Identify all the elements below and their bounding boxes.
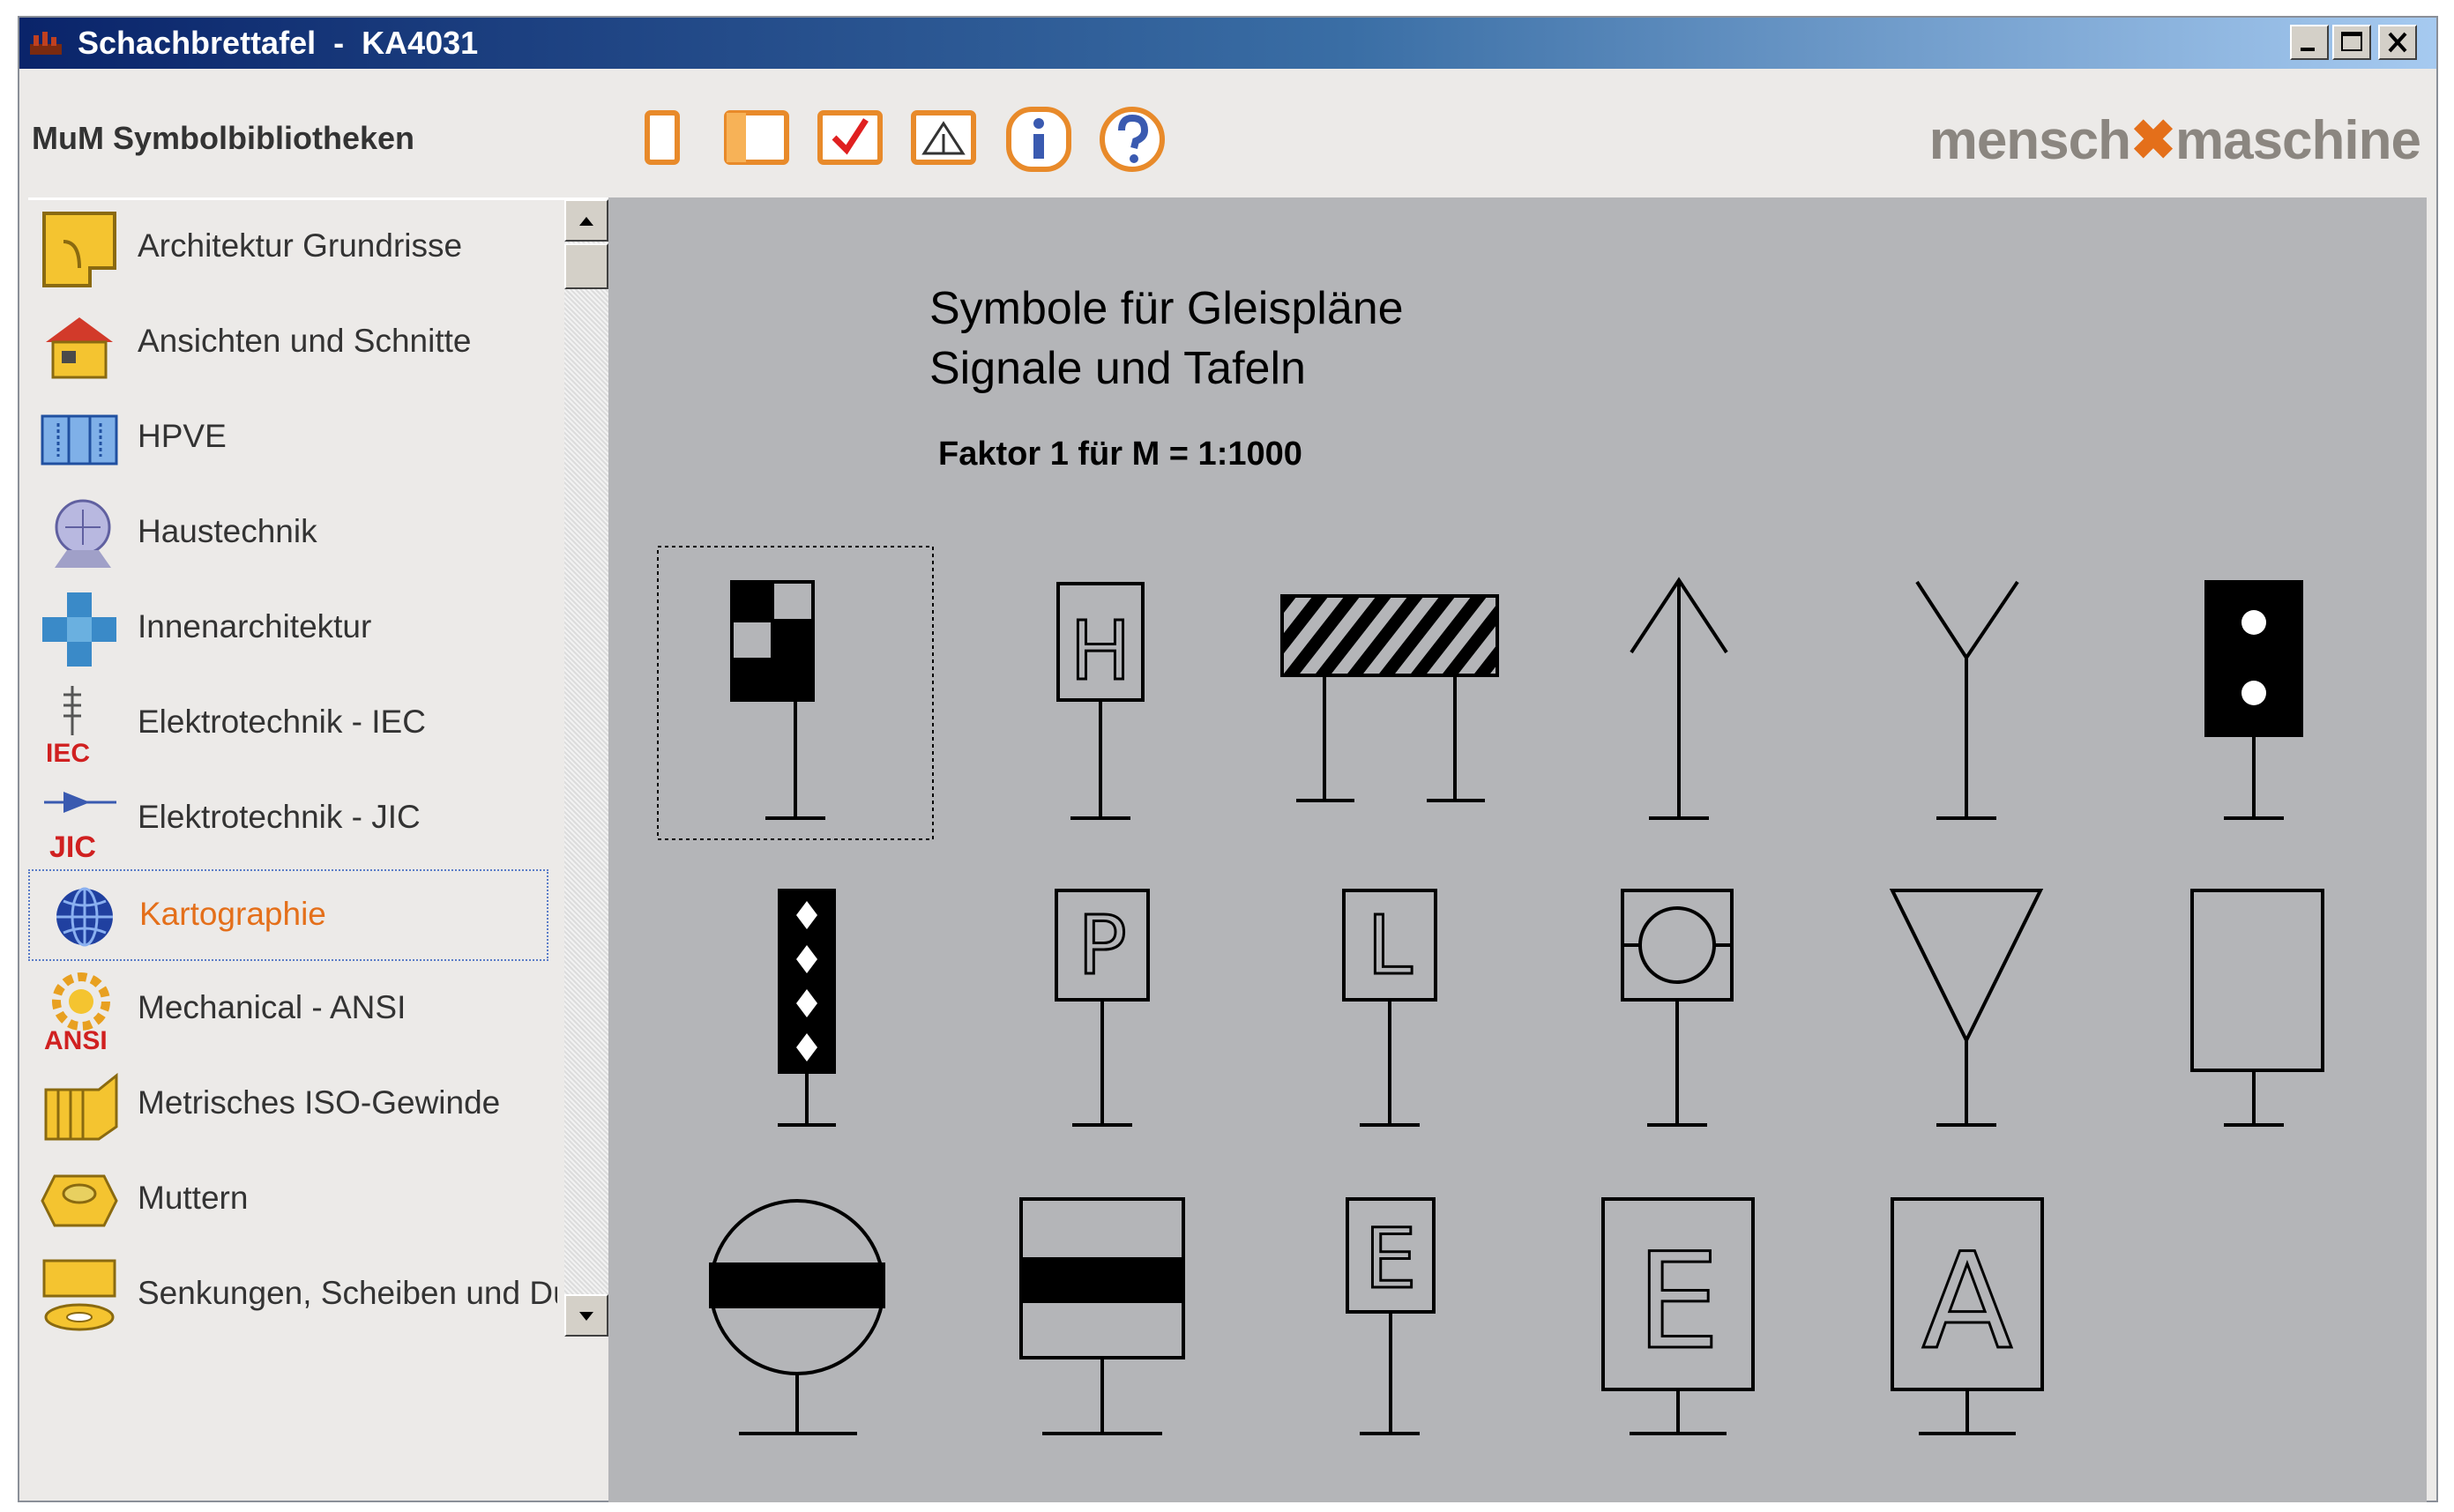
maximize-button[interactable] [2332,25,2371,60]
info-button[interactable] [1003,104,1074,175]
sidebar-item-metrisches-iso-gewinde[interactable]: Metrisches ISO-Gewinde [28,1060,548,1151]
svg-text:A: A [1922,1225,2013,1379]
help-button[interactable] [1097,104,1167,175]
scroll-down-button[interactable] [564,1294,608,1337]
open-book-button[interactable] [721,104,792,175]
sidebar-scrollbar[interactable] [564,199,608,1337]
symbol-bar-board[interactable] [1019,1197,1185,1435]
open-book-icon [724,110,789,165]
symbol-y-fork[interactable] [1915,580,2019,820]
svg-text:IEC: IEC [46,739,90,767]
symbol-empty-board[interactable] [2190,889,2324,1127]
sidebar-item-label: Architektur Grundrisse [138,227,463,264]
title-bar[interactable]: Schachbrettafel - KA4031 [19,18,2436,69]
scroll-up-button[interactable] [564,199,608,242]
check-button[interactable] [815,104,885,175]
symbol-triangle[interactable] [1889,889,2044,1127]
app-icon [30,32,62,55]
floorplan-icon [42,212,116,287]
checkmark-icon [817,110,883,165]
symbol-checkerboard[interactable] [657,546,934,840]
svg-text:JIC: JIC [49,830,96,862]
header: MuM Symbolbibliotheken mensch✖maschine [19,69,2436,200]
sidebar-item-haustechnik[interactable]: Haustechnik [28,488,548,580]
symbol-e-sign-small[interactable]: E [1346,1197,1436,1435]
sidebar-item-ansichten[interactable]: Ansichten und Schnitte [28,298,548,390]
sidebar-item-label: Muttern [138,1180,249,1216]
sidebar-item-label: Metrisches ISO-Gewinde [138,1084,501,1121]
furniture-icon [42,592,116,667]
svg-text:H: H [1070,604,1130,698]
sidebar-item-label: Elektrotechnik - IEC [138,704,426,740]
sidebar-item-label: Senkungen, Scheiben und Du [138,1275,557,1311]
sidebar-item-kartographie[interactable]: Kartographie [28,869,548,961]
symbol-no-entry[interactable] [709,1199,885,1435]
symbol-grid: H P L E E A [657,546,2324,1435]
sidebar-item-hpve[interactable]: HPVE [28,393,548,485]
svg-text:P: P [1078,898,1126,993]
sidebar-item-senkungen[interactable]: Senkungen, Scheiben und Du [28,1250,557,1342]
symbol-l-sign[interactable]: L [1342,889,1437,1127]
iec-icon: IEC [46,686,90,767]
hpve-icon [41,414,118,466]
symbol-diamond-column[interactable] [778,889,836,1127]
sidebar-item-label: Mechanical - ANSI [138,989,407,1025]
sidebar-item-label: Haustechnik [138,513,317,549]
help-icon [1100,107,1165,172]
symbol-barrier[interactable] [1280,594,1499,802]
thread-icon [44,1072,118,1141]
symbol-a-sign[interactable]: A [1891,1197,2044,1435]
scroll-thumb[interactable] [564,243,608,289]
monitor-icon [55,499,111,568]
window-title: Schachbrettafel - KA4031 [78,25,479,61]
library-list: Architektur Grundrisse Ansichten und Sch… [28,203,557,1389]
symbol-set-title: Symbole für Gleispläne [929,283,1404,334]
symbol-two-lights[interactable] [2204,580,2303,820]
symbol-e-sign-large[interactable]: E [1601,1197,1755,1435]
symbol-set-subtitle: Signale und Tafeln [929,343,1306,394]
symbol-preview: H P L E E A Symbole für Gleispläne Signa… [608,197,2427,1502]
sidebar-item-innenarchitektur[interactable]: Innenarchitektur [28,584,548,675]
sidebar-item-label: Kartographie [139,896,326,932]
sidebar-item-elektrotechnik-iec[interactable]: IEC Elektrotechnik - IEC [28,679,548,771]
blank-page-icon [645,110,680,165]
sidebar-item-muttern[interactable]: Muttern [28,1155,548,1247]
symbol-h-sign[interactable]: H [1056,582,1145,820]
gear-icon: ANSI [44,972,110,1053]
brand-logo: mensch✖maschine [1928,110,2421,171]
app-window: Schachbrettafel - KA4031 MuM Symbolbibli… [18,16,2438,1502]
nut-icon [41,1174,118,1227]
symbol-arrow-up[interactable] [1630,577,1728,820]
sidebar-item-mechanical-ansi[interactable]: ANSI Mechanical - ANSI [28,965,548,1056]
svg-text:ANSI: ANSI [44,1026,108,1053]
scale-note: Faktor 1 für M = 1:1000 [938,436,1302,473]
insert-symbol-icon [911,110,976,165]
svg-text:E: E [1637,1225,1720,1379]
svg-text:E: E [1364,1211,1416,1307]
blank-page-button[interactable] [628,104,698,175]
sidebar-item-label: Innenarchitektur [138,608,372,644]
sidebar-item-architektur[interactable]: Architektur Grundrisse [28,203,548,294]
globe-icon [56,887,113,947]
washer-icon [42,1259,116,1331]
jic-icon: JIC [44,792,116,862]
sidebar-item-label: HPVE [138,418,227,454]
sidebar-item-label: Ansichten und Schnitte [138,323,472,359]
svg-text:L: L [1367,898,1412,993]
library-title: MuM Symbolbibliotheken [32,120,415,156]
info-icon [1006,107,1071,172]
insert-symbol-button[interactable] [908,104,979,175]
sidebar-item-elektrotechnik-jic[interactable]: JIC Elektrotechnik - JIC [28,774,548,866]
symbol-p-sign[interactable]: P [1055,889,1150,1127]
close-button[interactable] [2378,25,2417,60]
sidebar-item-label: Elektrotechnik - JIC [138,799,421,835]
house-icon [46,317,113,379]
minimize-button[interactable] [2290,25,2329,60]
symbol-circle-sign[interactable] [1621,889,1734,1127]
